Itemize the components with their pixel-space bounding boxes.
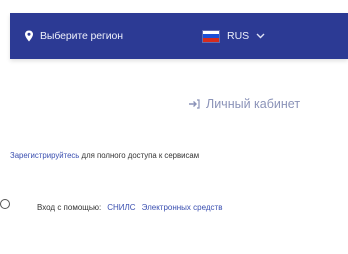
location-pin-icon [25,30,33,42]
login-methods-label: Вход с помощью: [37,203,102,212]
personal-account-label: Личный кабинет [206,97,301,111]
region-selector-label: Выберите регион [40,30,123,42]
language-selector[interactable]: RUS [202,27,265,45]
login-snils-link[interactable]: СНИЛС [107,203,135,212]
top-header-bar: Выберите регион RUS [10,13,348,59]
login-methods: Вход с помощью: СНИЛС Электронных средст… [37,203,222,212]
personal-account-link[interactable]: Личный кабинет [188,96,300,112]
chevron-down-icon [256,33,265,39]
radio-circle-icon[interactable] [0,199,10,209]
register-prompt-text: для полного доступа к сервисам [79,151,200,160]
register-prompt: Зарегистрируйтесь для полного доступа к … [10,151,199,160]
register-link[interactable]: Зарегистрируйтесь [10,151,79,160]
login-electronic-means-link[interactable]: Электронных средств [142,203,223,212]
region-selector[interactable]: Выберите регион [24,27,123,45]
language-label: RUS [227,30,250,42]
russia-flag-icon [202,29,220,43]
login-arrow-icon [189,99,200,109]
